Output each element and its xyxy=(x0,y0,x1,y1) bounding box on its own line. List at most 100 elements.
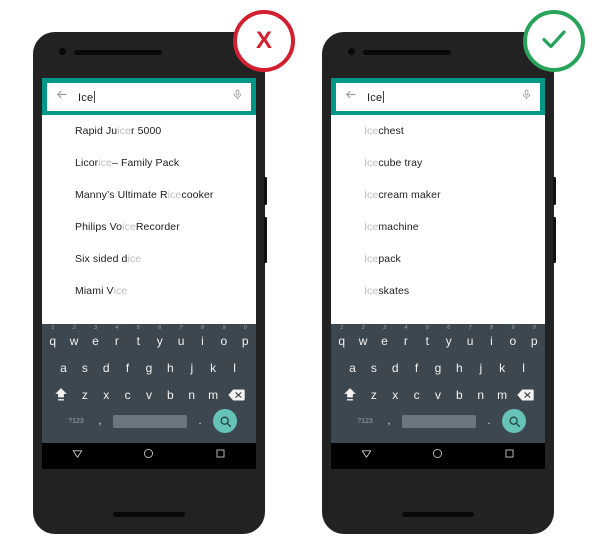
key-y[interactable]: 6y xyxy=(149,325,170,347)
onscreen-keyboard-dont[interactable]: 1q 2w 3e 4r 5t 6y 7u 8i 9o 0p a s d f g xyxy=(42,324,256,443)
power-button[interactable] xyxy=(553,177,556,205)
search-input-value: Ice xyxy=(367,91,383,104)
suggestion-item[interactable]: Ice cube tray xyxy=(331,147,545,179)
back-arrow-icon[interactable] xyxy=(55,88,68,106)
suggestion-item[interactable]: Manny’s Ultimate Rice cooker xyxy=(42,179,256,211)
key-r[interactable]: 4r xyxy=(395,325,416,347)
key-c[interactable]: c xyxy=(406,389,427,401)
key-q[interactable]: 1q xyxy=(331,325,352,347)
key-e[interactable]: 3e xyxy=(374,325,395,347)
shift-key-icon[interactable] xyxy=(48,387,74,402)
microphone-icon[interactable] xyxy=(232,88,243,106)
volume-button[interactable] xyxy=(553,217,556,263)
space-key[interactable] xyxy=(113,414,187,428)
volume-button[interactable] xyxy=(264,217,267,263)
nav-back-triangle-icon[interactable] xyxy=(71,447,84,465)
key-n[interactable]: n xyxy=(181,389,202,401)
key-w[interactable]: 2w xyxy=(63,325,84,347)
shift-key-icon[interactable] xyxy=(337,387,363,402)
onscreen-keyboard-do[interactable]: 1q 2w 3e 4r 5t 6y 7u 8i 9o 0p a s d f g xyxy=(331,324,545,443)
microphone-icon[interactable] xyxy=(521,88,532,106)
period-key[interactable]: . xyxy=(191,415,209,427)
key-o[interactable]: 9o xyxy=(502,325,523,347)
nav-home-circle-icon[interactable] xyxy=(431,447,444,465)
key-c[interactable]: c xyxy=(117,389,138,401)
power-button[interactable] xyxy=(264,177,267,205)
key-j[interactable]: j xyxy=(181,362,202,374)
key-x[interactable]: x xyxy=(385,389,406,401)
suggestion-item[interactable]: Ice machine xyxy=(331,211,545,243)
key-n[interactable]: n xyxy=(470,389,491,401)
key-l[interactable]: l xyxy=(224,362,245,374)
key-a[interactable]: a xyxy=(342,362,363,374)
key-p[interactable]: 0p xyxy=(524,325,545,347)
backspace-key-icon[interactable] xyxy=(513,389,539,401)
key-q[interactable]: 1q xyxy=(42,325,63,347)
space-key[interactable] xyxy=(402,414,476,428)
key-num-hint: 1 xyxy=(51,324,55,331)
key-f[interactable]: f xyxy=(406,362,427,374)
comma-key[interactable]: , xyxy=(380,415,398,427)
key-u[interactable]: 7u xyxy=(459,325,480,347)
key-w[interactable]: 2w xyxy=(352,325,373,347)
key-r[interactable]: 4r xyxy=(106,325,127,347)
key-t[interactable]: 5t xyxy=(128,325,149,347)
search-key-icon[interactable] xyxy=(502,409,526,433)
suggestion-item[interactable]: Ice skates xyxy=(331,275,545,307)
key-g[interactable]: g xyxy=(427,362,448,374)
key-i[interactable]: 8i xyxy=(481,325,502,347)
key-h[interactable]: h xyxy=(160,362,181,374)
key-k[interactable]: k xyxy=(491,362,512,374)
suggestion-item[interactable]: Ice chest xyxy=(331,115,545,147)
search-key-icon[interactable] xyxy=(213,409,237,433)
key-t[interactable]: 5t xyxy=(417,325,438,347)
suggestion-item[interactable]: Ice pack xyxy=(331,243,545,275)
key-l[interactable]: l xyxy=(513,362,534,374)
nav-home-circle-icon[interactable] xyxy=(142,447,155,465)
key-i[interactable]: 8i xyxy=(192,325,213,347)
key-z[interactable]: z xyxy=(363,389,384,401)
key-k[interactable]: k xyxy=(202,362,223,374)
key-f[interactable]: f xyxy=(117,362,138,374)
key-b[interactable]: b xyxy=(160,389,181,401)
comma-key[interactable]: , xyxy=(91,415,109,427)
period-key[interactable]: . xyxy=(480,415,498,427)
suggestion-item[interactable]: Philips Vo ice Recorder xyxy=(42,211,256,243)
key-a[interactable]: a xyxy=(53,362,74,374)
key-s[interactable]: s xyxy=(74,362,95,374)
suggestion-item[interactable]: Rapid Ju ice r 5000 xyxy=(42,115,256,147)
suggestion-item[interactable]: Six sided d ice xyxy=(42,243,256,275)
suggestion-item[interactable]: Licor ice – Family Pack xyxy=(42,147,256,179)
key-y[interactable]: 6y xyxy=(438,325,459,347)
key-z[interactable]: z xyxy=(74,389,95,401)
key-m[interactable]: m xyxy=(491,389,512,401)
key-h[interactable]: h xyxy=(449,362,470,374)
search-bar[interactable]: Ice xyxy=(336,83,540,111)
symbols-key[interactable]: ?123 xyxy=(61,418,91,425)
backspace-key-icon[interactable] xyxy=(224,389,250,401)
nav-back-triangle-icon[interactable] xyxy=(360,447,373,465)
key-e[interactable]: 3e xyxy=(85,325,106,347)
key-x[interactable]: x xyxy=(96,389,117,401)
key-v[interactable]: v xyxy=(138,389,159,401)
key-s[interactable]: s xyxy=(363,362,384,374)
key-d[interactable]: d xyxy=(96,362,117,374)
nav-recents-square-icon[interactable] xyxy=(503,447,516,465)
suggestion-item[interactable]: Ice cream maker xyxy=(331,179,545,211)
key-d[interactable]: d xyxy=(385,362,406,374)
key-g[interactable]: g xyxy=(138,362,159,374)
search-input[interactable]: Ice xyxy=(78,90,232,104)
back-arrow-icon[interactable] xyxy=(344,88,357,106)
key-p[interactable]: 0p xyxy=(235,325,256,347)
key-o[interactable]: 9o xyxy=(213,325,234,347)
key-j[interactable]: j xyxy=(470,362,491,374)
symbols-key[interactable]: ?123 xyxy=(350,418,380,425)
key-b[interactable]: b xyxy=(449,389,470,401)
key-u[interactable]: 7u xyxy=(170,325,191,347)
key-m[interactable]: m xyxy=(202,389,223,401)
key-v[interactable]: v xyxy=(427,389,448,401)
search-bar[interactable]: Ice xyxy=(47,83,251,111)
suggestion-item[interactable]: Miami Vice xyxy=(42,275,256,307)
search-input[interactable]: Ice xyxy=(367,90,521,104)
nav-recents-square-icon[interactable] xyxy=(214,447,227,465)
